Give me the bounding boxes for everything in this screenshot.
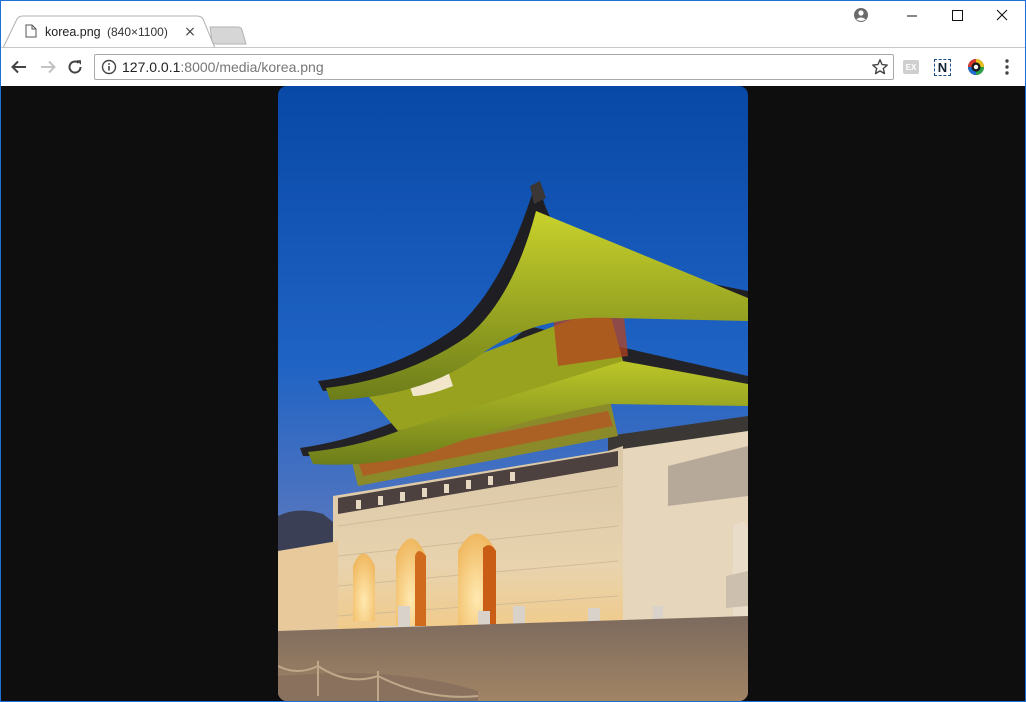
document-icon xyxy=(25,24,37,38)
browser-menu-button[interactable] xyxy=(998,58,1016,76)
vertical-dots-icon xyxy=(1005,59,1009,75)
url-text[interactable]: 127.0.0.1:8000/media/korea.png xyxy=(122,59,324,75)
tab-dimensions: (840×1100) xyxy=(107,25,168,39)
arrow-right-icon xyxy=(41,60,56,74)
tab-korea[interactable]: korea.png (840×1100) × xyxy=(23,19,203,47)
page-viewport xyxy=(1,86,1025,701)
extension-ex-button[interactable]: EX xyxy=(903,60,919,74)
tab-close-button[interactable]: × xyxy=(183,25,197,39)
extension-color-button[interactable] xyxy=(967,58,985,76)
reload-icon xyxy=(68,60,82,74)
tab-title: korea.png xyxy=(45,25,101,39)
browser-toolbar: 127.0.0.1:8000/media/korea.png EX N xyxy=(1,47,1025,87)
extension-ex-label: EX xyxy=(905,62,917,72)
tab-strip: korea.png (840×1100) × xyxy=(1,1,1025,48)
arrow-left-icon xyxy=(11,60,26,74)
minimize-button[interactable] xyxy=(889,1,935,31)
star-icon[interactable] xyxy=(871,58,889,76)
extension-n-label: N xyxy=(937,60,948,75)
maximize-button[interactable] xyxy=(935,1,981,31)
maximize-icon xyxy=(952,10,963,21)
account-circle-icon[interactable] xyxy=(853,7,869,23)
back-button[interactable] xyxy=(9,57,29,77)
new-tab-button[interactable] xyxy=(208,26,248,46)
address-bar[interactable]: 127.0.0.1:8000/media/korea.png xyxy=(94,54,894,80)
reload-button[interactable] xyxy=(65,57,85,77)
url-host: 127.0.0.1 xyxy=(122,59,181,75)
forward-button[interactable] xyxy=(38,57,58,77)
browser-window: korea.png (840×1100) × 127.0.0.1:8000/me… xyxy=(0,0,1026,702)
color-wheel-icon xyxy=(968,59,984,75)
korea-photo[interactable] xyxy=(278,86,748,701)
gwanghwamun-photo xyxy=(278,86,748,701)
close-window-button[interactable] xyxy=(979,1,1025,31)
info-icon[interactable] xyxy=(101,59,117,75)
url-path: :8000/media/korea.png xyxy=(180,59,324,75)
minimize-icon xyxy=(907,15,917,17)
close-icon xyxy=(996,9,1008,21)
extension-n-button[interactable]: N xyxy=(934,59,951,76)
